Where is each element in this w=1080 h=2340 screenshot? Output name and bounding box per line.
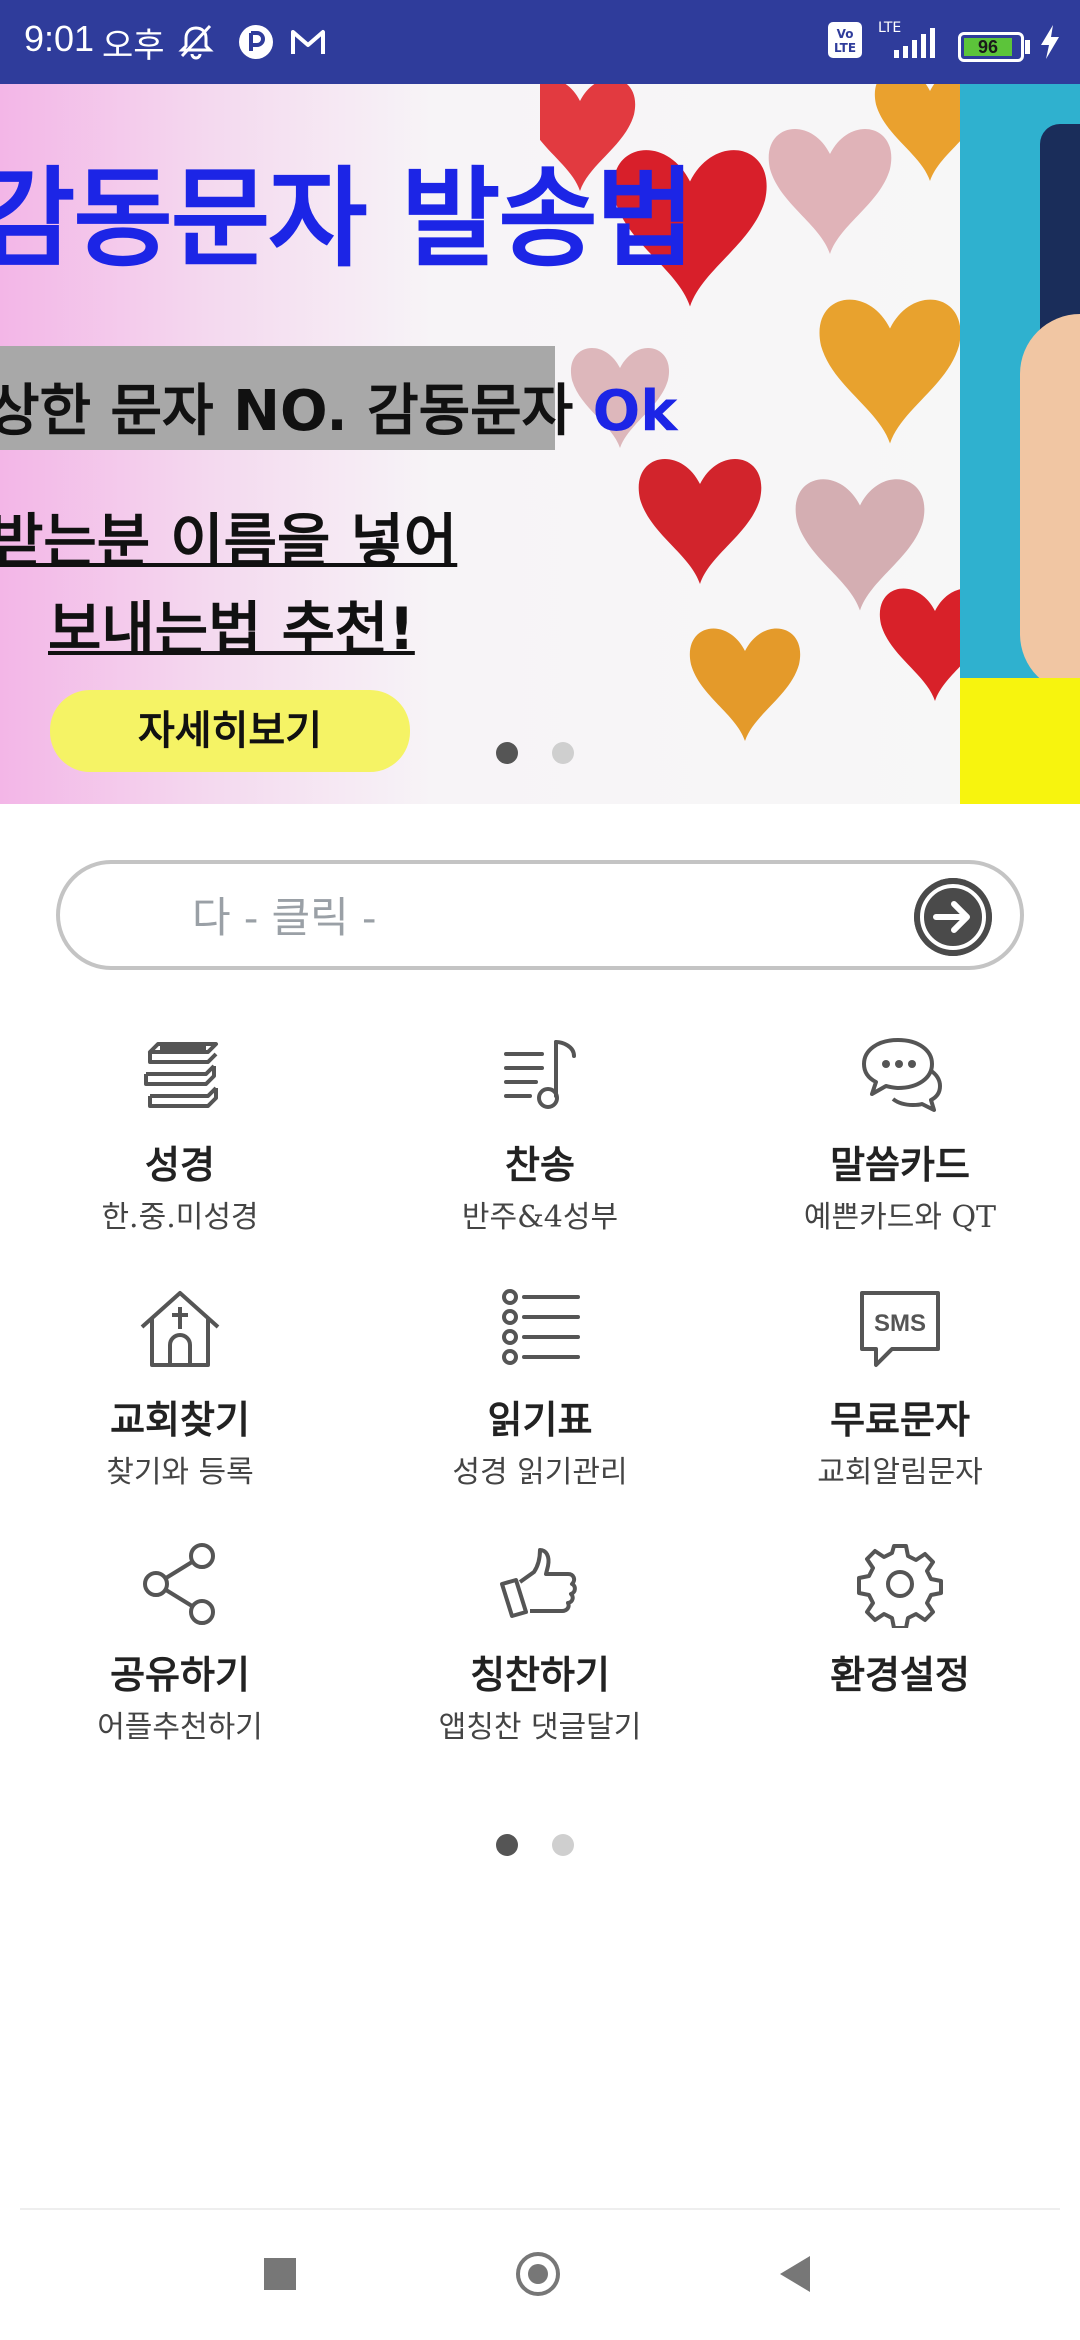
page-dot-1[interactable]: [496, 1834, 518, 1856]
gear-icon: [857, 1544, 943, 1628]
menu-settings[interactable]: 환경설정: [750, 1540, 1050, 1760]
share-icon: [143, 1543, 215, 1625]
church-icon: [140, 1291, 220, 1367]
recents-button[interactable]: [264, 2258, 296, 2290]
banner-page-indicator: [496, 742, 608, 768]
search-bar[interactable]: [56, 860, 1024, 970]
music-note-icon: [504, 1040, 576, 1109]
page-dot-2[interactable]: [552, 1834, 574, 1856]
banner-subtitle: 상한 문자 NO. 감동문자 Ok: [0, 366, 678, 447]
menu-word-card[interactable]: 말씀카드 예쁜카드와 QT: [750, 1030, 1050, 1250]
menu-title: 공유하기: [110, 1653, 250, 1697]
menu-subtitle: 찾기와 등록: [106, 1455, 254, 1490]
menu-title: 읽기표: [487, 1398, 593, 1442]
menu-free-sms[interactable]: SMS 무료문자 교회알림문자: [750, 1285, 1050, 1505]
menu-subtitle: 앱칭찬 댓글달기: [438, 1710, 642, 1745]
menu-subtitle: 교회알림문자: [817, 1455, 983, 1490]
battery-tip: [1025, 40, 1030, 54]
menu-title: 무료문자: [830, 1398, 970, 1442]
menu-subtitle: 한.중.미성경: [101, 1200, 259, 1235]
nav-divider: [20, 2208, 1060, 2210]
menu-title: 성경: [145, 1143, 215, 1187]
menu-title: 찬송: [505, 1143, 575, 1187]
gmail-icon: [291, 30, 325, 54]
menu-subtitle: 반주&4성부: [461, 1200, 619, 1235]
banner-subtitle-ok: Ok: [592, 379, 678, 444]
page-dot-2[interactable]: [552, 742, 574, 764]
menu-subtitle: 성경 읽기관리: [452, 1455, 628, 1490]
menu-praise[interactable]: 칭찬하기 앱칭찬 댓글달기: [390, 1540, 690, 1760]
search-input[interactable]: [190, 886, 894, 948]
thumbs-up-icon: [500, 1548, 577, 1618]
menu-title: 칭찬하기: [470, 1653, 610, 1697]
menu-page-indicator: [496, 1834, 608, 1860]
banner-line-2: 보내는법 추천!: [48, 595, 415, 663]
svg-text:SMS: SMS: [874, 1310, 926, 1337]
menu-title: 교회찾기: [110, 1398, 250, 1442]
menu-share[interactable]: 공유하기 어플추천하기: [30, 1540, 330, 1760]
hand-image: [1020, 314, 1080, 694]
chat-bubbles-icon: [862, 1038, 942, 1112]
page-dot-1[interactable]: [496, 742, 518, 764]
app-notification-icon: [239, 25, 273, 59]
notifications-muted-icon: [178, 24, 214, 60]
banner-details-button[interactable]: 자세히보기: [50, 690, 410, 772]
menu-title: 말씀카드: [830, 1143, 970, 1187]
menu-reading-plan[interactable]: 읽기표 성경 읽기관리: [390, 1285, 690, 1505]
charging-icon: [1041, 25, 1059, 59]
banner-title: 감동문자 발송법: [0, 157, 695, 282]
menu-subtitle: 예쁜카드와 QT: [803, 1200, 997, 1235]
back-button[interactable]: [780, 2256, 810, 2292]
sms-icon: SMS: [860, 1291, 940, 1367]
promo-banner[interactable]: 감동문자 발송법 상한 문자 NO. 감동문자 Ok 받는분 이름을 넣어 보내…: [0, 84, 1080, 804]
home-icon: [528, 2264, 548, 2284]
banner-line-1: 받는분 이름을 넣어: [0, 507, 458, 575]
status-bar: 9:01 오후 Vo LTE LTE 96: [0, 0, 1080, 84]
banner-next-slide-yellow: [960, 678, 1080, 804]
menu-subtitle: 어플추천하기: [97, 1710, 263, 1745]
arrow-right-icon[interactable]: [914, 878, 992, 956]
battery-icon: 96: [958, 32, 1024, 62]
home-button[interactable]: [516, 2252, 560, 2296]
menu-hymn[interactable]: 찬송 반주&4성부: [390, 1030, 690, 1250]
signal-icon: [894, 28, 935, 58]
list-icon: [502, 1289, 580, 1365]
menu-title: 환경설정: [830, 1653, 970, 1697]
menu-find-church[interactable]: 교회찾기 찾기와 등록: [30, 1285, 330, 1505]
status-ampm: 오후: [102, 26, 165, 66]
menu-bible[interactable]: 성경 한.중.미성경: [30, 1030, 330, 1250]
battery-level: 96: [964, 38, 1012, 56]
bible-books-icon: [144, 1042, 218, 1108]
banner-subtitle-text: 상한 문자 NO. 감동문자: [0, 379, 593, 444]
volte-badge: Vo LTE: [828, 22, 862, 58]
status-time: 9:01: [24, 18, 95, 59]
